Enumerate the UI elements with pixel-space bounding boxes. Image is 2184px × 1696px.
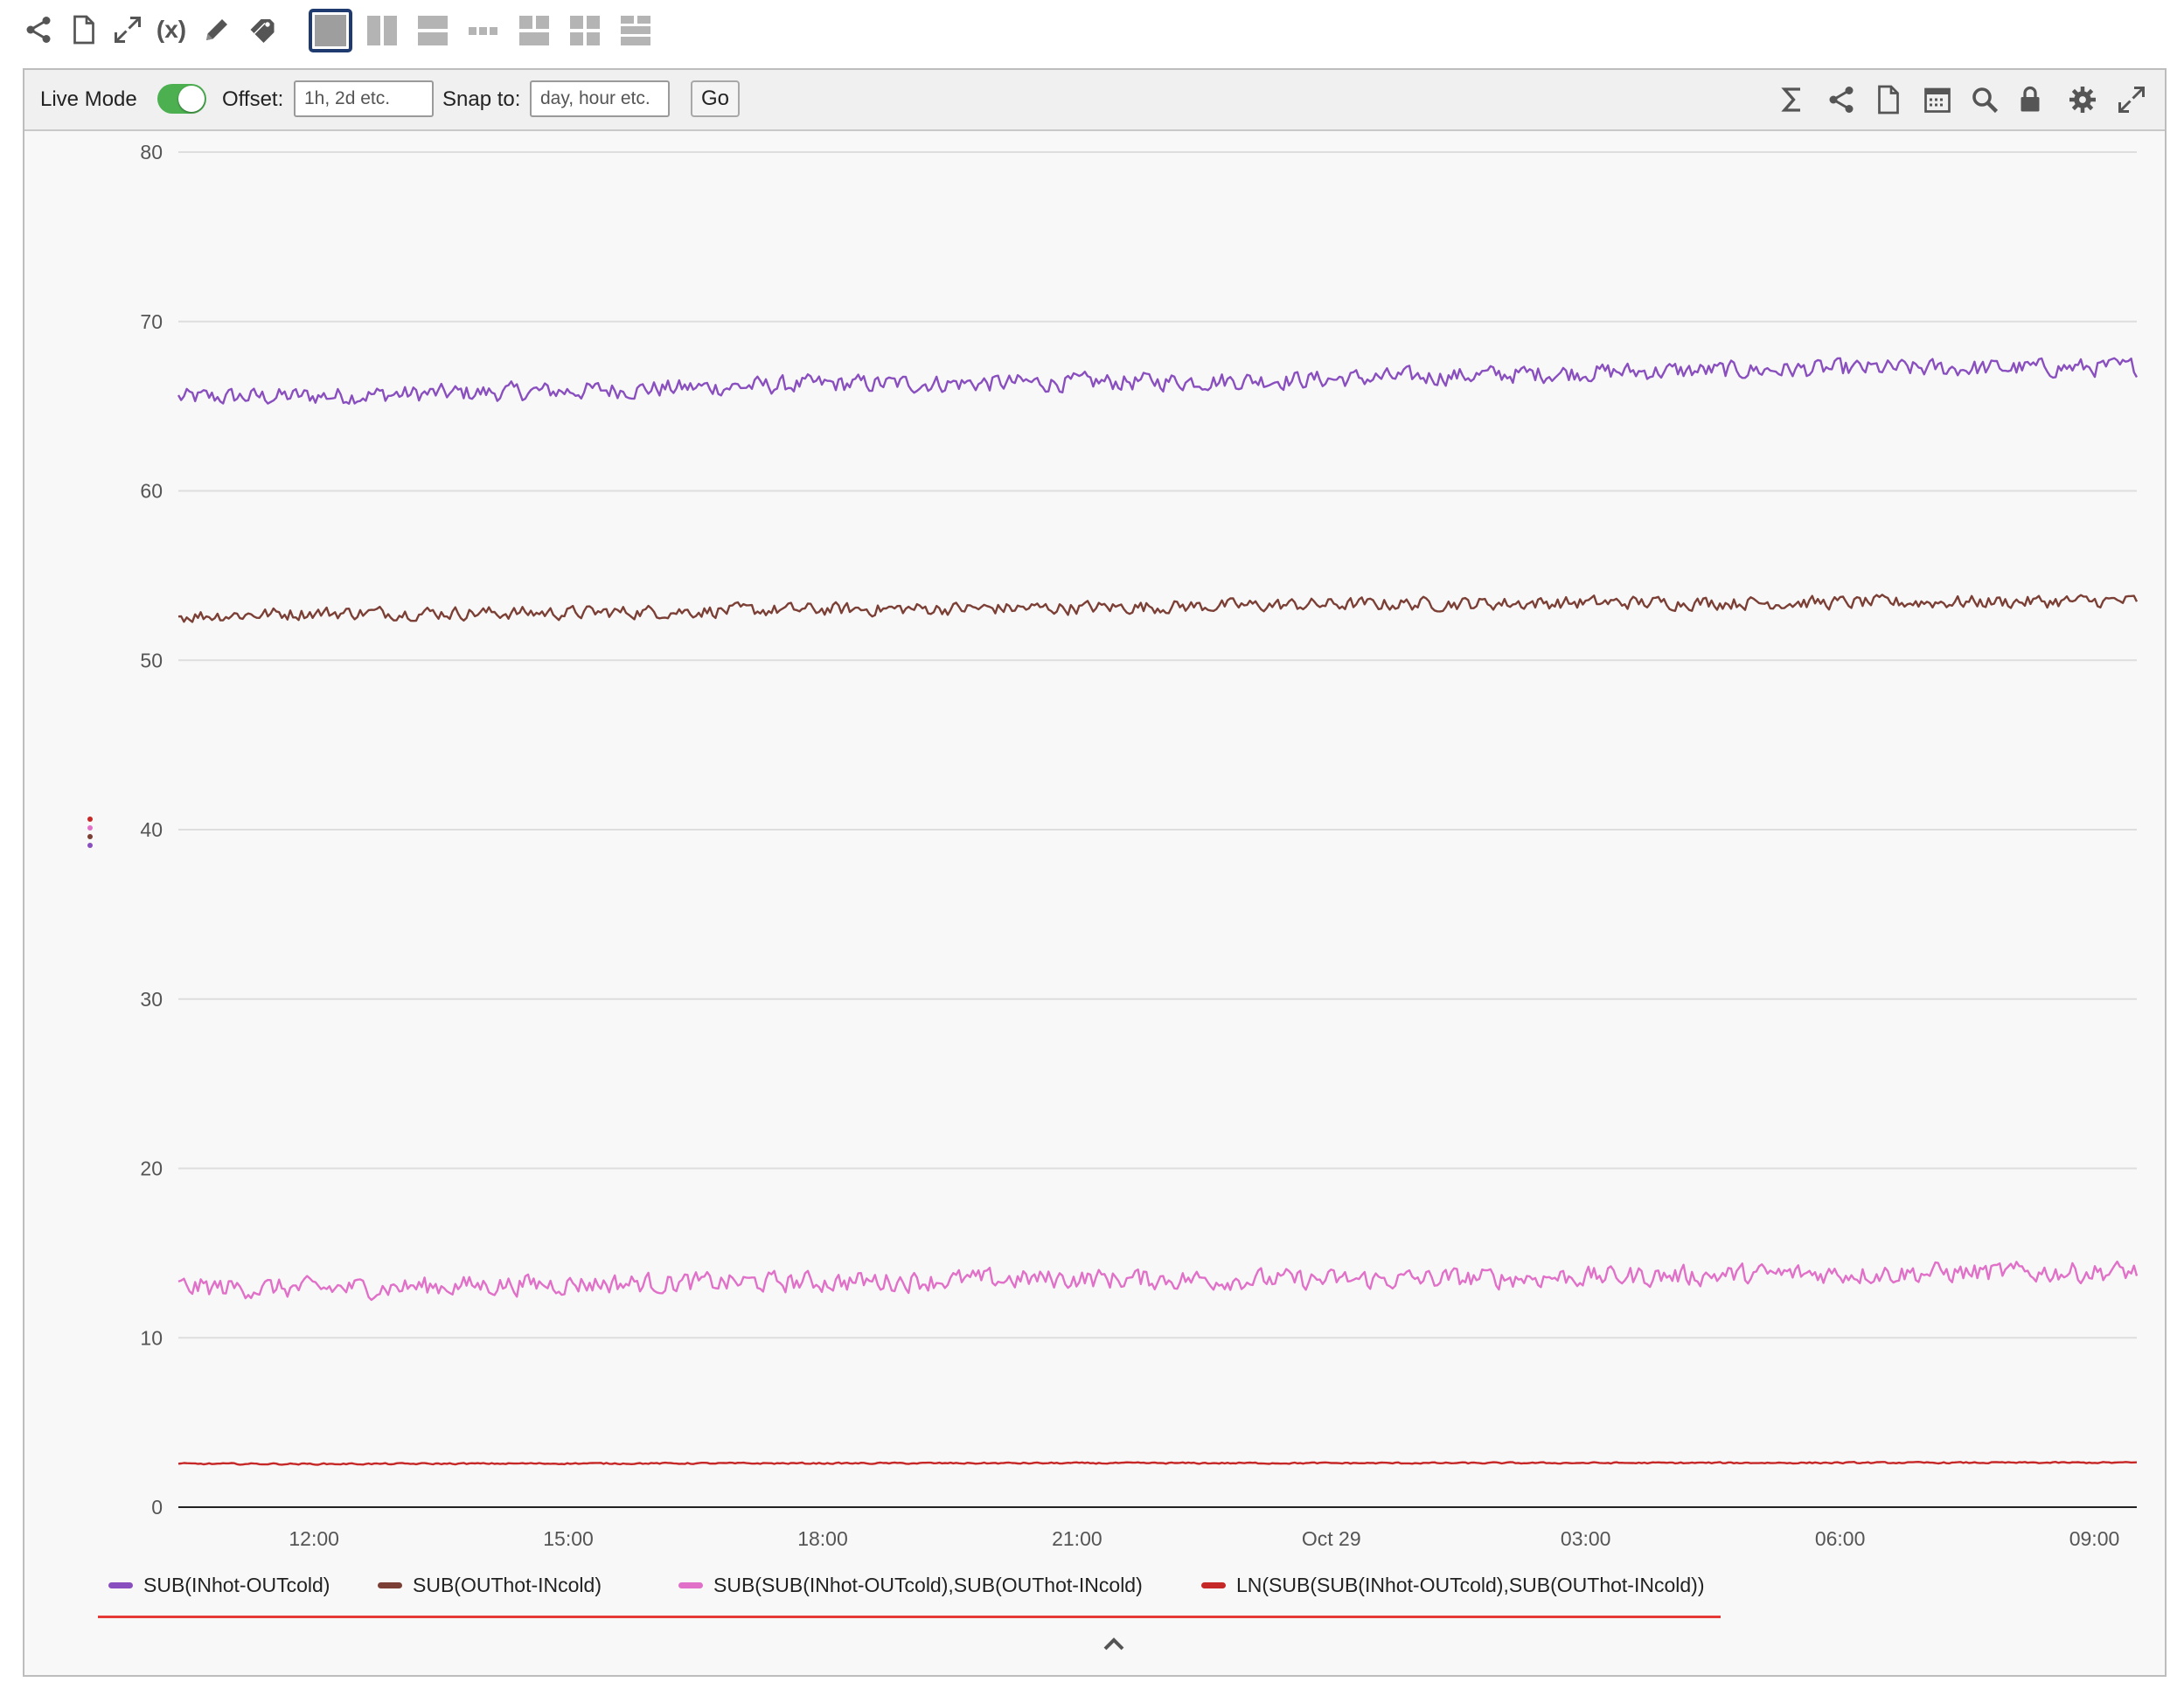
series-menu-icon[interactable] [84, 813, 96, 851]
x-tick-label: 06:00 [1815, 1527, 1866, 1550]
variables-text: (x) [156, 16, 187, 43]
y-tick-label: 20 [140, 1157, 163, 1180]
layout-three-columns-button[interactable] [463, 10, 504, 51]
x-tick-label: 21:00 [1052, 1527, 1102, 1550]
y-tick-label: 80 [140, 141, 163, 163]
series-line-3[interactable] [177, 1260, 2139, 1302]
legend-item[interactable]: SUB(INhot-OUTcold) [108, 1574, 330, 1597]
layout-mixed-grid-button[interactable] [616, 10, 656, 51]
y-tick-label: 60 [140, 480, 163, 503]
document-icon[interactable] [65, 10, 103, 49]
x-tick-label: Oct 29 [1302, 1527, 1361, 1550]
legend-swatch [1201, 1582, 1226, 1588]
legend-label: SUB(OUThot-INcold) [413, 1574, 602, 1596]
series-line-2[interactable] [177, 594, 2139, 623]
x-tick-label: 03:00 [1561, 1527, 1611, 1550]
line-chart: 0 10 20 30 40 50 60 70 80 12:00 15:00 18:00 21:00 Oc… [140, 141, 2139, 1550]
legend-label: SUB(INhot-OUTcold) [143, 1574, 330, 1596]
chart-legend: SUB(INhot-OUTcold) SUB(OUThot-INcold) SUB(… [108, 1574, 1857, 1609]
layout-single-button[interactable] [309, 9, 352, 52]
x-tick-label: 09:00 [2069, 1527, 2120, 1550]
layout-grid-2x2-button[interactable] [514, 10, 554, 51]
x-axis-ticks: 12:00 15:00 18:00 21:00 Oct 29 03:00 06:00 09:0… [289, 1527, 2119, 1550]
x-tick-label: 12:00 [289, 1527, 339, 1550]
variables-icon[interactable]: (x) [152, 10, 191, 49]
share-icon[interactable] [19, 10, 58, 49]
series-lines [177, 357, 2139, 1466]
legend-label: SUB(SUB(INhot-OUTcold),SUB(OUThot-INcold… [713, 1574, 1143, 1596]
layout-two-rows-button[interactable] [413, 10, 453, 51]
top-toolbar: (x) [0, 0, 2184, 63]
tag-icon[interactable] [243, 10, 282, 49]
pencil-icon[interactable] [198, 10, 236, 49]
y-tick-label: 50 [140, 649, 163, 671]
legend-item[interactable]: SUB(SUB(INhot-OUTcold),SUB(OUThot-INcold… [678, 1574, 1143, 1597]
expand-icon[interactable] [108, 10, 147, 49]
legend-label: LN(SUB(SUB(INhot-OUTcold),SUB(OUThot-INc… [1236, 1574, 1705, 1596]
legend-item[interactable]: LN(SUB(SUB(INhot-OUTcold),SUB(OUThot-INc… [1201, 1574, 1704, 1597]
layout-grid-2x3-button[interactable] [565, 10, 605, 51]
chevron-up-icon[interactable] [1096, 1628, 1131, 1659]
y-tick-label: 70 [140, 310, 163, 333]
legend-swatch [678, 1582, 703, 1588]
y-tick-label: 10 [140, 1326, 163, 1349]
grid-lines [178, 151, 2137, 1339]
x-tick-label: 18:00 [797, 1527, 848, 1550]
series-line-1[interactable] [177, 357, 2139, 405]
legend-item[interactable]: SUB(OUThot-INcold) [378, 1574, 602, 1597]
layout-two-columns-button[interactable] [362, 10, 402, 51]
y-tick-label: 0 [151, 1496, 163, 1519]
legend-swatch [378, 1582, 402, 1588]
legend-underline [98, 1616, 1721, 1618]
graph-panel: Live Mode Offset: Snap to: Go [23, 68, 2167, 1677]
y-tick-label: 40 [140, 818, 163, 841]
y-axis-ticks: 0 10 20 30 40 50 60 70 80 [140, 141, 163, 1519]
x-tick-label: 15:00 [543, 1527, 594, 1550]
y-tick-label: 30 [140, 988, 163, 1011]
series-line-4[interactable] [177, 1460, 2138, 1466]
legend-swatch [108, 1582, 133, 1588]
